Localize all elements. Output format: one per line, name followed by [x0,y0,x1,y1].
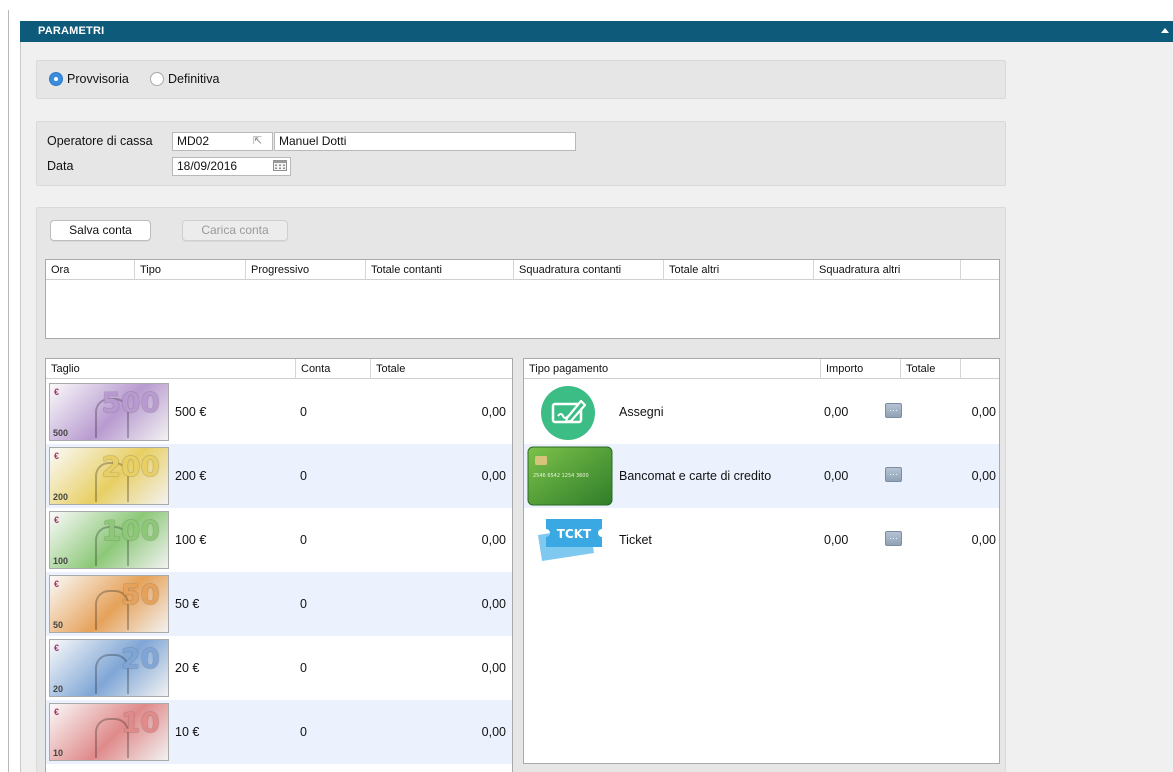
window-edge [8,10,9,772]
count-value[interactable]: 0 [300,700,307,764]
operator-code-value: MD02 [177,134,210,148]
date-label: Data [47,159,74,173]
col-squadratura-altri[interactable]: Squadratura altri [814,260,961,280]
count-panel: Salva conta Carica conta Ora Tipo Progre… [36,207,1006,772]
payment-total: 0,00 [971,469,996,483]
radio-provvisoria-label: Provvisoria [67,72,129,86]
radio-provvisoria[interactable]: Provvisoria [49,72,129,86]
payment-row[interactable]: 2546 6542 1254 3600 Bancomat e carte di … [524,444,999,508]
ticket-text: TCKT [557,527,592,541]
payment-total: 0,00 [971,405,996,419]
col-taglio[interactable]: Taglio [46,359,296,379]
payment-type: Ticket [619,533,652,547]
radio-unselected-icon[interactable] [150,72,164,86]
load-count-button[interactable]: Carica conta [182,220,288,241]
card-number: 2546 6542 1254 3600 [533,473,589,479]
radio-selected-icon[interactable] [49,72,63,86]
col-importo[interactable]: Importo [821,359,901,379]
denomination: 50 € [175,597,200,611]
check-icon [540,385,596,444]
payment-total: 0,00 [971,533,996,547]
edit-details-icon[interactable]: … [885,531,902,546]
payment-amount[interactable]: 0,00 [824,508,848,572]
cash-table: Taglio Conta Totale €500 500 500 €0 0,00 €20… [45,358,513,772]
count-value[interactable]: 0 [300,636,307,700]
section-title: PARAMETRI [38,25,105,37]
payment-table-header: Tipo pagamento Importo Totale [524,359,999,379]
cash-total: 0,00 [481,597,506,611]
cash-total: 0,00 [481,661,506,675]
cash-table-header: Taglio Conta Totale [46,359,512,379]
cash-total: 0,00 [481,405,506,419]
operator-panel: Operatore di cassa MD02 ⇱ Manuel Dotti D… [36,121,1006,186]
denomination: 200 € [175,469,207,483]
lookup-icon[interactable]: ⇱ [253,134,262,147]
operator-name-value: Manuel Dotti [279,134,347,148]
operator-name-field: Manuel Dotti [274,132,576,151]
cash-row[interactable]: €50 50 50 € 0 0,00 [46,572,512,636]
col-tipo[interactable]: Tipo [135,260,246,280]
radio-definitiva-label: Definitiva [168,72,220,86]
payment-type: Assegni [619,405,664,419]
payment-row[interactable]: TCKT Ticket 0,00 … 0,00 [524,508,999,572]
credit-card-icon: 2546 6542 1254 3600 [527,446,613,509]
cash-total: 0,00 [481,533,506,547]
cash-total: 0,00 [481,725,506,739]
history-table-header: Ora Tipo Progressivo Totale contanti Squ… [46,260,999,280]
section-header[interactable]: PARAMETRI [20,21,1173,42]
banknote-20-icon: €20 20 [49,639,169,697]
denomination: 10 € [175,725,200,739]
col-squadratura-contanti[interactable]: Squadratura contanti [514,260,664,280]
banknote-500-icon: €500 500 [49,383,169,441]
mode-panel: Provvisoria Definitiva [36,60,1006,99]
cash-row[interactable]: €500 500 500 € 0 0,00 [46,380,512,444]
col-tipo-pagamento[interactable]: Tipo pagamento [524,359,821,379]
cash-total: 0,00 [481,469,506,483]
payment-row[interactable]: Assegni 0,00 … 0,00 [524,380,999,444]
save-count-button[interactable]: Salva conta [50,220,151,241]
col-ora[interactable]: Ora [46,260,135,280]
cash-row[interactable]: €200 200 200 € 0 0,00 [46,444,512,508]
payment-type: Bancomat e carte di credito [619,469,772,483]
payment-amount[interactable]: 0,00 [824,380,848,444]
banknote-50-icon: €50 50 [49,575,169,633]
col-totale-cash[interactable]: Totale [371,359,512,379]
collapse-arrow-icon[interactable] [1161,28,1169,33]
denomination: 20 € [175,661,200,675]
calendar-icon[interactable] [273,160,287,174]
denomination: 500 € [175,405,207,419]
col-totale-altri[interactable]: Totale altri [664,260,814,280]
count-value[interactable]: 0 [300,380,307,444]
history-table: Ora Tipo Progressivo Totale contanti Squ… [45,259,1000,339]
count-value[interactable]: 0 [300,444,307,508]
radio-definitiva[interactable]: Definitiva [150,72,219,86]
col-totale-contanti[interactable]: Totale contanti [366,260,514,280]
banknote-200-icon: €200 200 [49,447,169,505]
count-value[interactable]: 0 [300,508,307,572]
operator-label: Operatore di cassa [47,134,153,148]
edit-details-icon[interactable]: … [885,467,902,482]
col-totale-pay[interactable]: Totale [901,359,961,379]
payment-table: Tipo pagamento Importo Totale Assegni 0,… [523,358,1000,764]
cash-row[interactable]: €100 100 100 € 0 0,00 [46,508,512,572]
payment-amount[interactable]: 0,00 [824,444,848,508]
banknote-100-icon: €100 100 [49,511,169,569]
date-value: 18/09/2016 [177,159,238,173]
banknote-10-icon: €10 10 [49,703,169,761]
cash-row[interactable]: €20 20 20 € 0 0,00 [46,636,512,700]
ticket-icon: TCKT [532,513,606,570]
denomination: 100 € [175,533,207,547]
count-value[interactable]: 0 [300,572,307,636]
edit-details-icon[interactable]: … [885,403,902,418]
cash-row[interactable]: €10 10 10 € 0 0,00 [46,700,512,764]
col-progressivo[interactable]: Progressivo [246,260,366,280]
col-conta[interactable]: Conta [296,359,371,379]
